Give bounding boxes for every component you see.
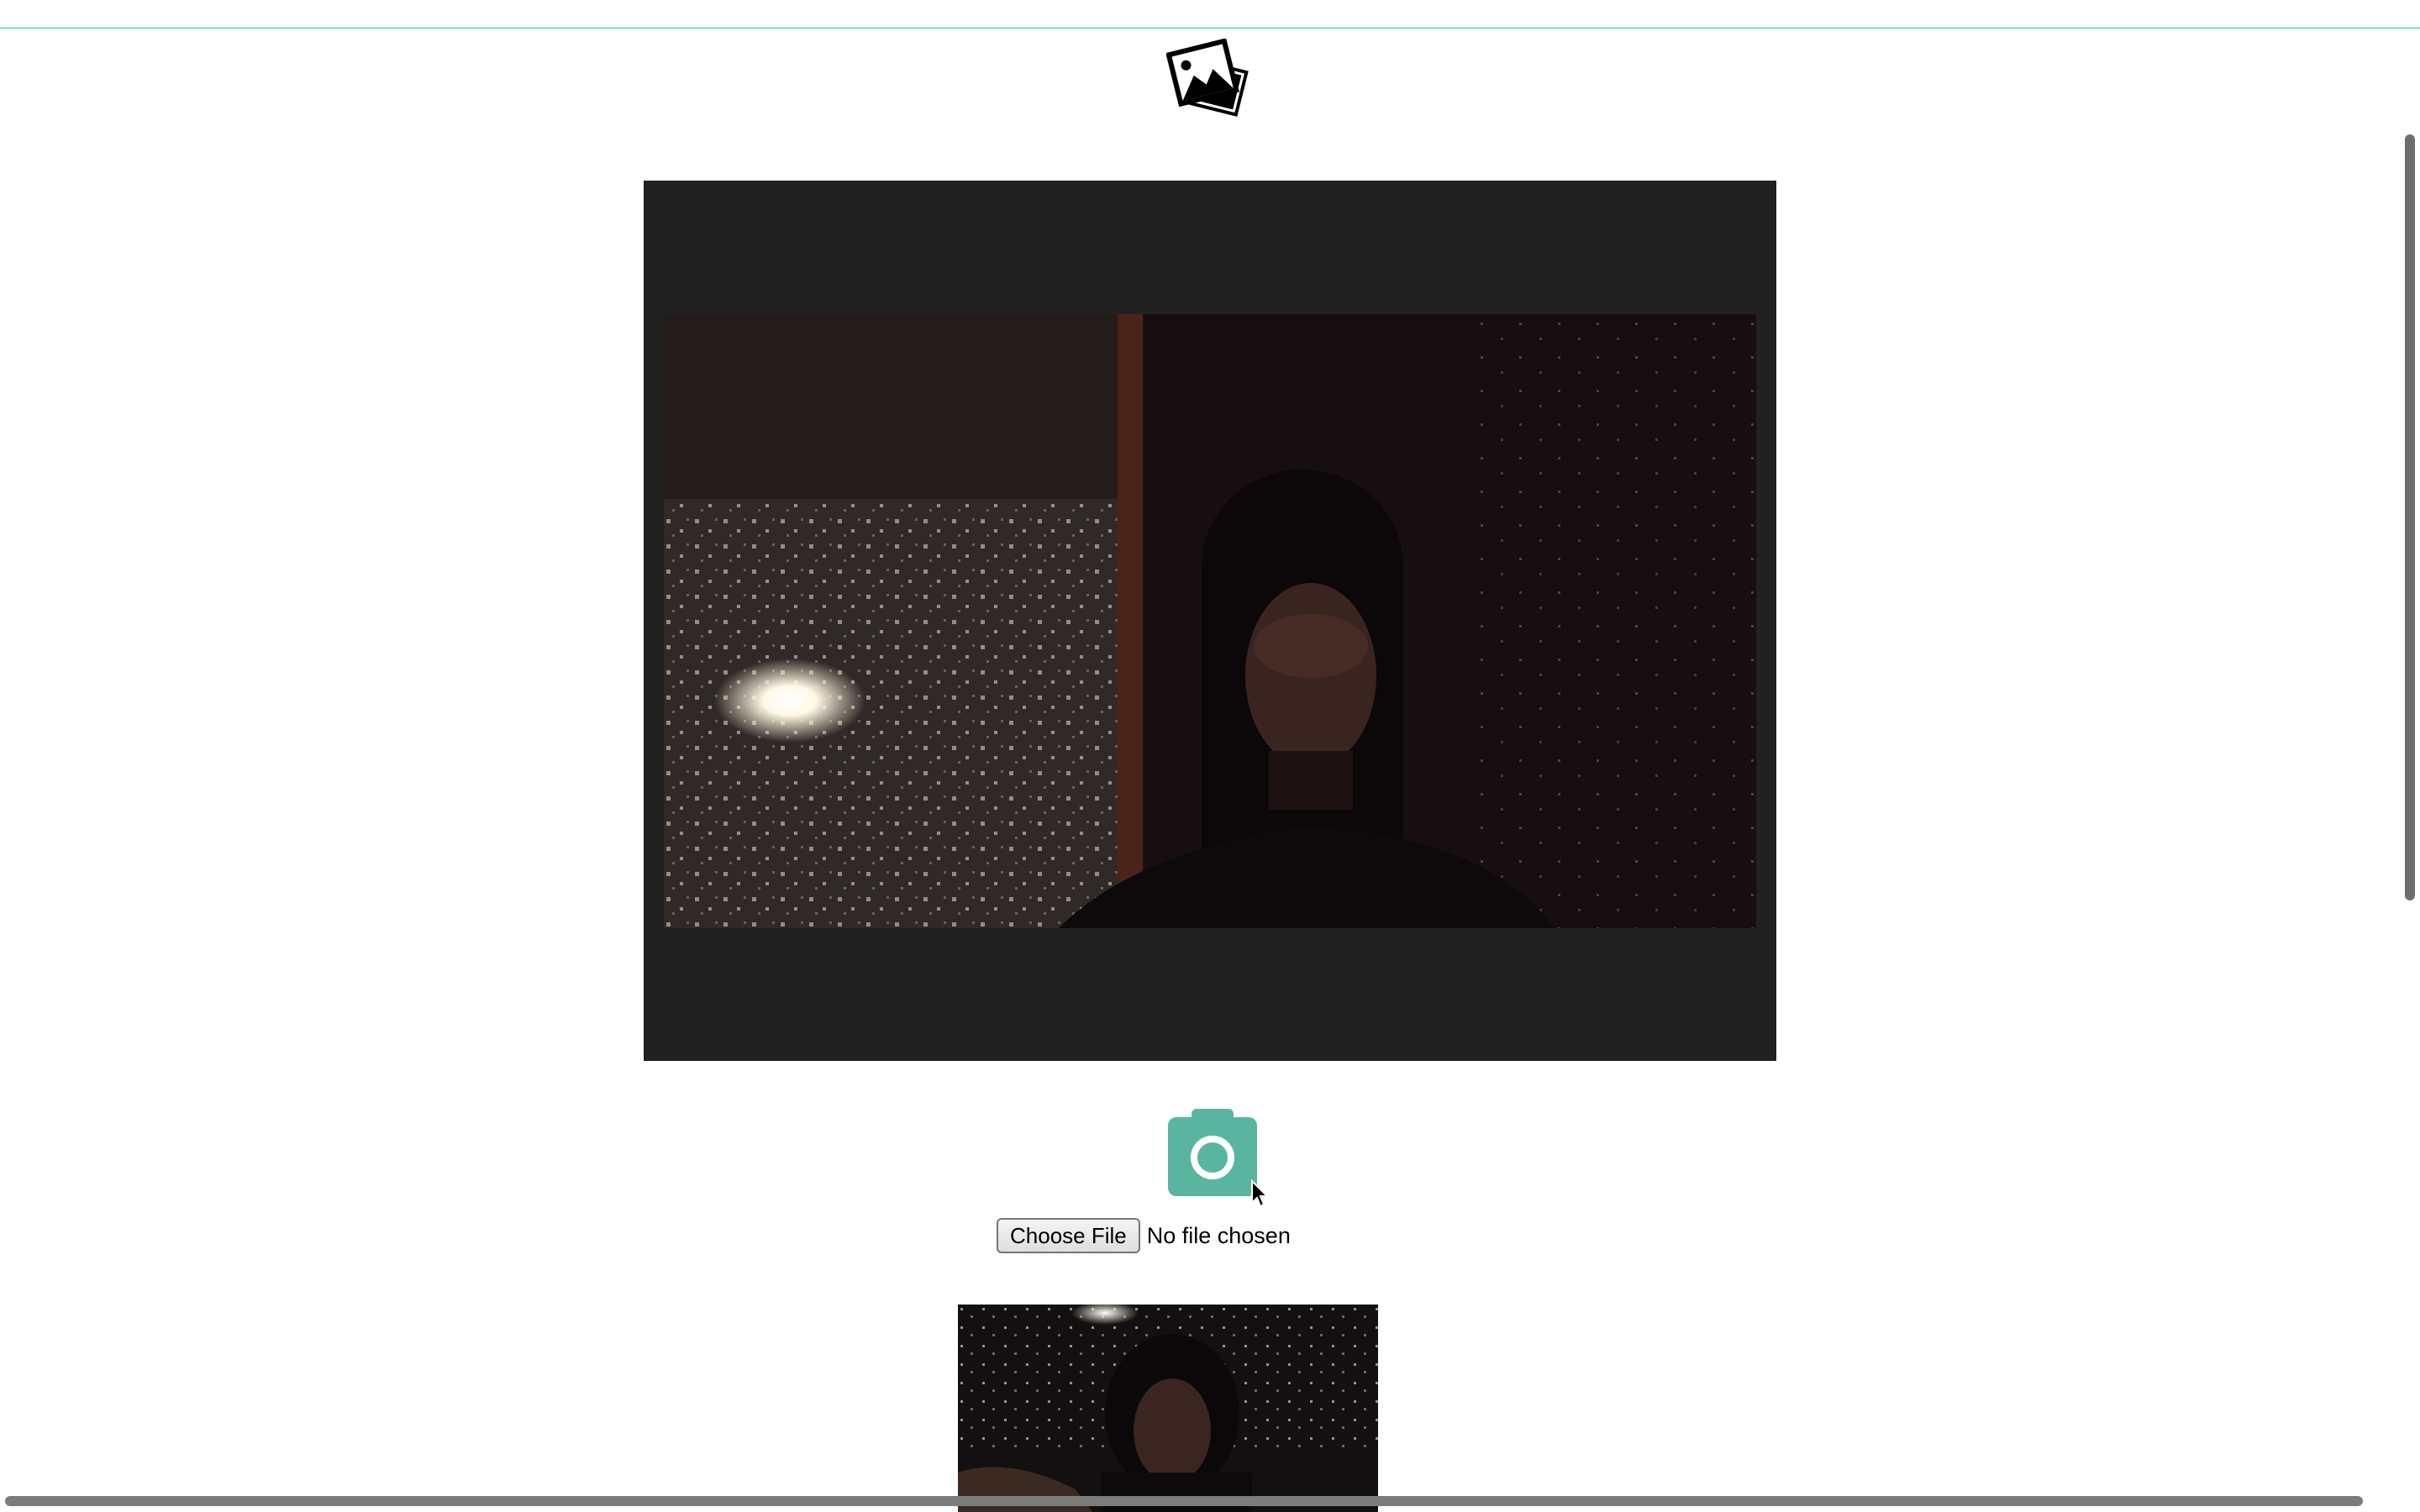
photo-stack-icon [1166,39,1249,117]
choose-file-button[interactable]: Choose File [997,1218,1140,1253]
file-status-text: No file chosen [1146,1223,1291,1248]
webcam-image [664,314,1756,928]
captured-photo-thumbnail[interactable] [958,1305,1378,1512]
file-input[interactable]: Choose File No file chosen [997,1218,1291,1253]
horizontal-scrollbar[interactable] [5,1496,2363,1506]
video-container [644,181,1776,1061]
captured-photo-image [958,1305,1378,1512]
camera-capture-button[interactable] [1168,1109,1257,1196]
vertical-scrollbar[interactable] [2405,134,2415,900]
top-divider [0,27,2420,29]
page: Choose File No file chosen [0,0,2420,1512]
webcam-video-feed [664,314,1756,928]
